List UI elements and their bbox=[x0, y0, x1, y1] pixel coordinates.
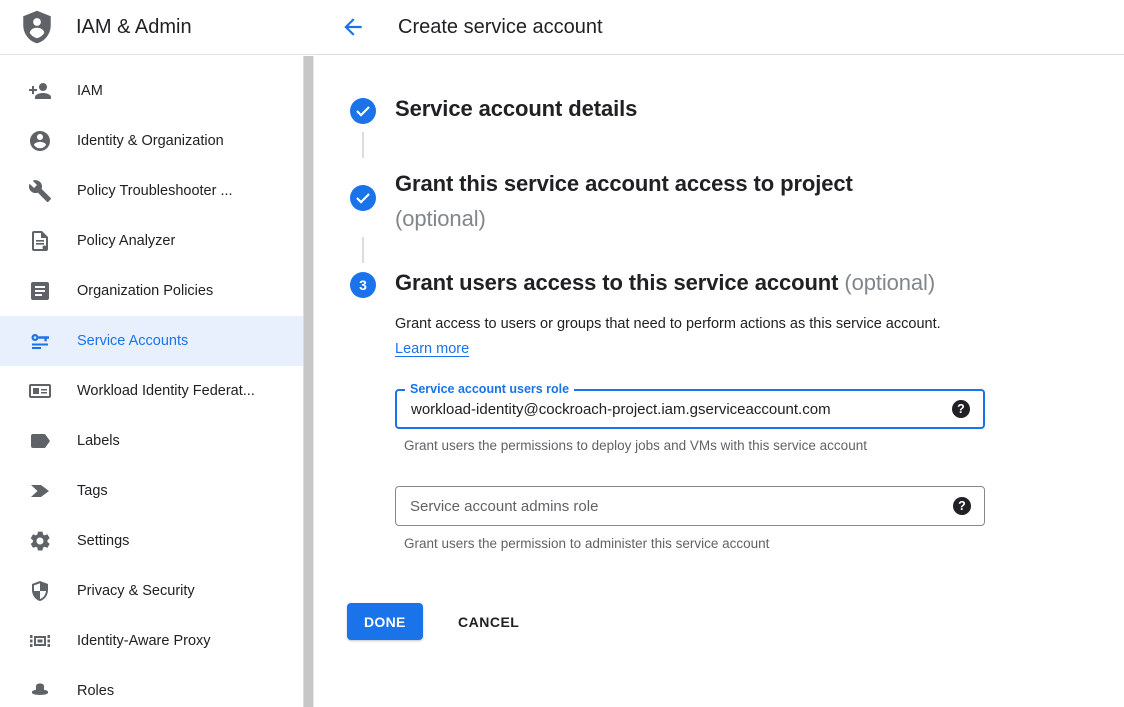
users-role-floating-label: Service account users role bbox=[405, 382, 574, 397]
shield-half-icon bbox=[28, 579, 52, 603]
iam-admin-shield-icon bbox=[22, 10, 52, 44]
sidebar-item-label: Identity-Aware Proxy bbox=[77, 633, 211, 649]
sidebar-item-label: Settings bbox=[77, 533, 129, 549]
sidebar-item-label: Privacy & Security bbox=[77, 583, 195, 599]
step1-title: Service account details bbox=[395, 96, 637, 122]
learn-more-link[interactable]: Learn more bbox=[395, 341, 469, 357]
sidebar-item-tags[interactable]: Tags bbox=[0, 466, 303, 516]
step-connector bbox=[362, 237, 364, 263]
sidebar-item-iam[interactable]: IAM bbox=[0, 66, 303, 116]
sidebar-nav: IAM Identity & Organization Policy Trouble… bbox=[0, 66, 303, 707]
step3-number-icon: 3 bbox=[350, 272, 376, 298]
cancel-button[interactable]: CANCEL bbox=[450, 603, 527, 640]
step3-title: Grant users access to this service accou… bbox=[395, 270, 935, 296]
sidebar-item-labels[interactable]: Labels bbox=[0, 416, 303, 466]
sidebar-item-policy-analyzer[interactable]: Policy Analyzer bbox=[0, 216, 303, 266]
sidebar-header: IAM & Admin bbox=[0, 0, 316, 55]
users-role-helper-text: Grant users the permissions to deploy jo… bbox=[404, 438, 867, 453]
step3-title-text: Grant users access to this service accou… bbox=[395, 270, 838, 295]
sidebar-item-label: Policy Troubleshooter ... bbox=[77, 183, 233, 199]
sidebar-item-identity-aware-proxy[interactable]: Identity-Aware Proxy bbox=[0, 616, 303, 666]
admins-role-help-icon[interactable]: ? bbox=[953, 497, 971, 515]
sidebar-item-label: Service Accounts bbox=[77, 333, 188, 349]
sidebar-scrollbar[interactable] bbox=[303, 56, 314, 707]
topbar: Create service account bbox=[316, 0, 1124, 55]
sidebar-item-identity-organization[interactable]: Identity & Organization bbox=[0, 116, 303, 166]
service-account-icon bbox=[28, 329, 52, 353]
main-panel: Create service account Service account d… bbox=[316, 0, 1124, 707]
sidebar-item-roles[interactable]: Roles bbox=[0, 666, 303, 707]
sidebar-item-service-accounts[interactable]: Service Accounts bbox=[0, 316, 303, 366]
tag-arrow-icon bbox=[28, 479, 52, 503]
back-arrow-icon[interactable] bbox=[340, 13, 368, 41]
sidebar-item-label: Organization Policies bbox=[77, 283, 213, 299]
users-role-help-icon[interactable]: ? bbox=[952, 400, 970, 418]
hat-icon bbox=[28, 679, 52, 703]
policy-doc-icon bbox=[28, 229, 52, 253]
service-account-admins-role-field: ? bbox=[395, 486, 985, 526]
sidebar-item-workload-identity-federat[interactable]: Workload Identity Federat... bbox=[0, 366, 303, 416]
page-title: Create service account bbox=[398, 0, 603, 55]
sidebar-item-label: Policy Analyzer bbox=[77, 233, 175, 249]
sidebar-item-policy-troubleshooter[interactable]: Policy Troubleshooter ... bbox=[0, 166, 303, 216]
step2-title: Grant this service account access to pro… bbox=[395, 166, 853, 236]
sidebar-item-label: Roles bbox=[77, 683, 114, 699]
step2-check-icon bbox=[350, 185, 376, 211]
step2-optional-label: (optional) bbox=[395, 201, 853, 236]
sidebar-item-organization-policies[interactable]: Organization Policies bbox=[0, 266, 303, 316]
product-title: IAM & Admin bbox=[76, 16, 192, 39]
admins-role-input[interactable] bbox=[396, 487, 984, 525]
sidebar-item-label: Tags bbox=[77, 483, 108, 499]
step3-description-text: Grant access to users or groups that nee… bbox=[395, 316, 941, 332]
sidebar-item-privacy-security[interactable]: Privacy & Security bbox=[0, 566, 303, 616]
step3-description: Grant access to users or groups that nee… bbox=[395, 312, 951, 362]
badge-card-icon bbox=[28, 379, 52, 403]
create-service-account-screen: IAM & Admin IAM Identity & Organization Po… bbox=[0, 0, 1124, 707]
step-connector bbox=[362, 132, 364, 158]
article-icon bbox=[28, 279, 52, 303]
label-icon bbox=[28, 429, 52, 453]
sidebar: IAM & Admin IAM Identity & Organization Po… bbox=[0, 0, 316, 707]
person-add-icon bbox=[28, 79, 52, 103]
step2-title-text: Grant this service account access to pro… bbox=[395, 171, 853, 196]
sidebar-item-label: Workload Identity Federat... bbox=[77, 383, 255, 399]
sidebar-item-label: Identity & Organization bbox=[77, 133, 224, 149]
sidebar-item-label: Labels bbox=[77, 433, 120, 449]
proxy-icon bbox=[28, 629, 52, 653]
done-button[interactable]: DONE bbox=[347, 603, 423, 640]
service-account-users-role-field: Service account users role ? bbox=[395, 389, 985, 429]
gear-icon bbox=[28, 529, 52, 553]
step1-check-icon bbox=[350, 98, 376, 124]
wrench-icon bbox=[28, 179, 52, 203]
sidebar-item-settings[interactable]: Settings bbox=[0, 516, 303, 566]
sidebar-item-label: IAM bbox=[77, 83, 103, 99]
step3-optional-label: (optional) bbox=[844, 270, 935, 295]
admins-role-helper-text: Grant users the permission to administer… bbox=[404, 536, 769, 551]
account-circle-icon bbox=[28, 129, 52, 153]
